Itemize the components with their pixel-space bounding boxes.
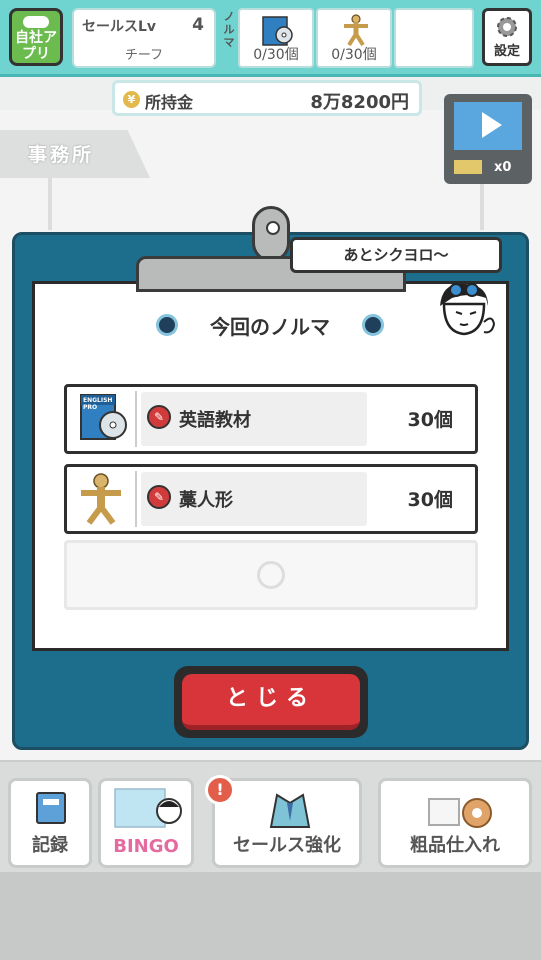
straw-doll-icon <box>81 473 121 525</box>
video-screen <box>454 102 522 150</box>
quota-count-straw-doll: 0/30個 <box>331 47 377 63</box>
money-label: 所持金 <box>145 93 194 112</box>
clipboard-clip-ring <box>252 206 290 262</box>
settings-label: 設定 <box>493 44 520 59</box>
empty-placeholder-icon <box>257 561 285 589</box>
sales-level-panel[interactable]: セールスLv 4 チーフ <box>72 8 216 68</box>
company-app-label: 自社アプリ <box>15 30 57 62</box>
pencil-icon: ✎ <box>147 405 171 429</box>
item-name: 藁人形 <box>179 490 233 511</box>
english-textbook-thumb-text: ENGLISH PRO <box>83 397 113 411</box>
suit-icon <box>269 793 311 828</box>
quota-item-row: ✎ 藁人形 30個 <box>64 464 478 534</box>
play-icon <box>482 112 502 138</box>
item-name-box: ✎ 藁人形 <box>141 472 367 526</box>
gear-icon <box>497 17 517 37</box>
gamepad-icon <box>23 16 49 28</box>
english-textbook-thumb: ENGLISH PRO <box>71 391 137 447</box>
ticket-icon <box>454 160 482 174</box>
straw-doll-thumb <box>71 471 137 527</box>
item-name: 英語教材 <box>179 410 251 431</box>
sales-level-value: 4 <box>192 15 204 35</box>
quota-slot-english[interactable]: 0/30個 <box>238 8 314 68</box>
norma-label: ノルマ <box>223 10 235 49</box>
yen-coin-icon: ¥ <box>123 91 140 108</box>
item-quantity: 30個 <box>407 409 453 431</box>
clip-hole <box>266 221 280 235</box>
bingo-label: BINGO <box>113 836 179 857</box>
pencil-icon: ✎ <box>147 485 171 509</box>
boss-avatar-icon <box>440 283 496 336</box>
bingo-card-icon <box>114 788 182 828</box>
notebook-icon <box>36 792 66 824</box>
gift-stock-label: 粗品仕入れ <box>410 835 500 856</box>
sales-upgrade-label: セールス強化 <box>233 835 341 856</box>
speech-bubble: あとシクヨロ〜 <box>290 237 502 273</box>
office-label: 事務所 <box>28 144 95 166</box>
straw-doll-icon <box>344 14 368 46</box>
record-label: 記録 <box>32 835 68 856</box>
sales-rank: チーフ <box>124 48 164 63</box>
notification-badge: ! <box>205 775 235 805</box>
bingo-button[interactable]: BINGO <box>98 778 194 868</box>
money-value: 8万8200円 <box>310 92 409 113</box>
gift-stock-button[interactable]: 粗品仕入れ <box>378 778 532 868</box>
close-button-label: とじる <box>182 674 360 730</box>
english-textbook-icon <box>262 16 293 46</box>
quota-count-english: 0/30個 <box>253 47 299 63</box>
bottom-empty-area <box>0 872 541 960</box>
video-reward-button[interactable]: x0 <box>444 94 532 184</box>
item-quantity: 30個 <box>407 489 453 511</box>
quota-item-row: ENGLISH PRO ✎ 英語教材 30個 <box>64 384 478 454</box>
quota-slot-empty <box>394 8 474 68</box>
close-button[interactable]: とじる <box>174 666 368 738</box>
record-button[interactable]: 記録 <box>8 778 92 868</box>
quota-slot-straw-doll[interactable]: 0/30個 <box>316 8 392 68</box>
settings-button[interactable]: 設定 <box>482 8 532 66</box>
title-deco-right-icon <box>362 314 384 336</box>
ticket-count: x0 <box>494 160 512 175</box>
room-pillar-left <box>48 170 52 230</box>
sales-level-label: セールスLv <box>82 19 157 35</box>
gift-items-icon <box>428 798 492 828</box>
empty-quota-row <box>64 540 478 610</box>
item-name-box: ✎ 英語教材 <box>141 392 367 446</box>
modal-title: 今回のノルマ <box>210 315 330 339</box>
company-app-button[interactable]: 自社アプリ <box>9 8 63 66</box>
money-bar: ¥ 所持金 8万8200円 <box>112 80 422 116</box>
